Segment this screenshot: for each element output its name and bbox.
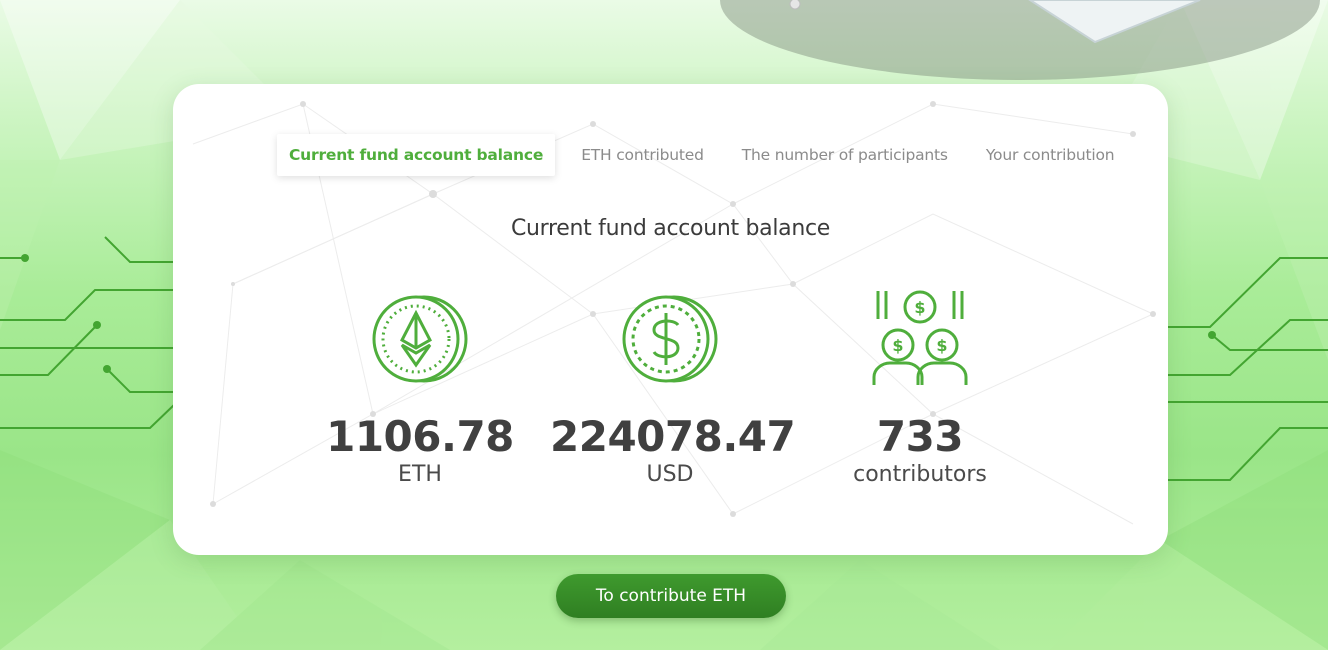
svg-text:$: $ (914, 298, 925, 317)
eth-balance-value: 1106.78 (326, 412, 514, 461)
tab-bar: Current fund account balance ETH contrib… (277, 134, 1126, 176)
fund-balance-card: Current fund account balance ETH contrib… (173, 84, 1168, 555)
tab-eth-contributed[interactable]: ETH contributed (569, 134, 716, 176)
ethereum-coin-icon (372, 295, 468, 383)
tab-current-balance[interactable]: Current fund account balance (277, 134, 556, 176)
tab-participants[interactable]: The number of participants (730, 134, 960, 176)
contributors-value: 733 (876, 412, 964, 461)
usd-balance-unit: USD (646, 462, 694, 487)
dollar-coin-icon (622, 295, 718, 383)
section-title: Current fund account balance (510, 216, 831, 241)
usd-balance-stat: 224078.47 USD (550, 289, 796, 489)
svg-text:$: $ (936, 336, 947, 355)
contribute-eth-button[interactable]: To contribute ETH (556, 574, 786, 618)
eth-balance-unit: ETH (398, 462, 442, 487)
tab-your-contribution[interactable]: Your contribution (974, 134, 1127, 176)
contributors-unit: contributors (853, 462, 987, 487)
contributors-stat: $ $ $ 733 contributors (800, 289, 1040, 489)
eth-balance-stat: 1106.78 ETH (300, 289, 540, 489)
svg-text:$: $ (892, 336, 903, 355)
contributors-icon: $ $ $ (872, 290, 968, 385)
usd-balance-value: 224078.47 (550, 412, 796, 461)
